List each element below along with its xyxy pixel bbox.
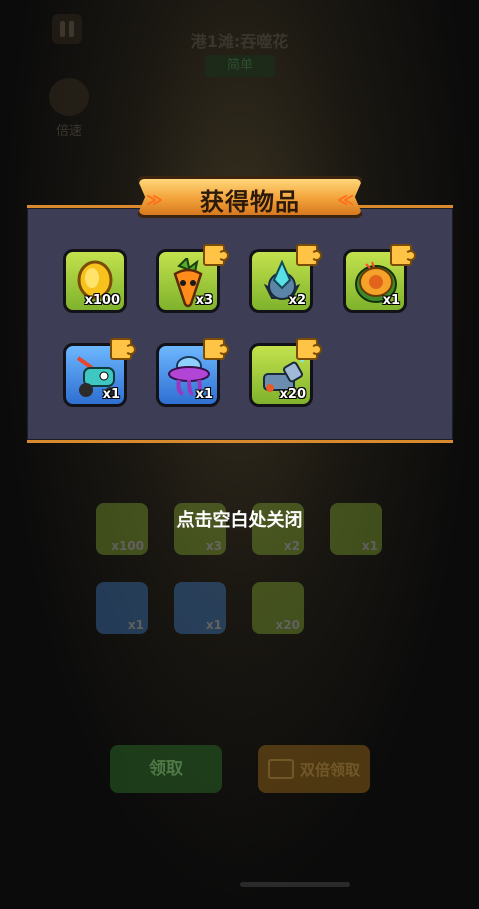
bg-reward-qty: x20 xyxy=(275,618,300,632)
puzzle-piece-icon xyxy=(296,244,322,266)
puzzle-piece-icon xyxy=(203,338,229,360)
puzzle-piece-icon xyxy=(110,338,136,360)
tap-to-close-hint: 点击空白处关闭 xyxy=(176,510,303,531)
reward-item-gold-coin[interactable]: x100 xyxy=(63,249,127,313)
bg-reward-qty: x1 xyxy=(205,618,222,632)
bg-reward-mower: x1 xyxy=(96,582,148,634)
bg-reward-ufo: x1 xyxy=(174,582,226,634)
speed-icon xyxy=(49,78,89,116)
bg-reward-qty: x2 xyxy=(283,539,300,553)
speed-label: 倍速 xyxy=(55,124,82,139)
bg-reward-cannon: x20 xyxy=(252,582,304,634)
level-title: 港1滩:吞噬花 xyxy=(190,32,289,51)
reward-item-water-cannon[interactable]: x20 xyxy=(249,338,322,407)
bg-reward-qty: x3 xyxy=(205,539,222,553)
item-qty: x1 xyxy=(102,387,120,402)
reward-item-carrot[interactable]: x3 xyxy=(156,244,229,313)
bg-reward-qty: x1 xyxy=(361,539,378,553)
reward-popup xyxy=(27,205,453,443)
item-qty: x100 xyxy=(84,293,120,308)
item-qty: x3 xyxy=(195,293,213,308)
video-icon xyxy=(267,759,294,779)
speed-toggle[interactable]: 倍速 xyxy=(44,78,94,142)
home-indicator xyxy=(240,882,350,887)
double-claim-label: 双倍领取 xyxy=(299,760,360,779)
item-qty: x2 xyxy=(288,293,306,308)
bg-reward-qty: x100 xyxy=(111,539,144,553)
puzzle-piece-icon xyxy=(296,338,322,360)
double-claim-button[interactable]: 双倍领取 xyxy=(258,745,370,793)
item-qty: x1 xyxy=(382,293,400,308)
puzzle-piece-icon xyxy=(390,244,416,266)
reward-item-crystal-turret[interactable]: x2 xyxy=(249,244,322,313)
popup-banner: ≫ ≪ 获得物品 xyxy=(128,176,372,224)
bg-reward-qty: x1 xyxy=(127,618,144,632)
popup-title: 获得物品 xyxy=(200,188,300,216)
difficulty-label: 简单 xyxy=(205,55,275,77)
claim-button[interactable]: 领取 xyxy=(110,745,222,793)
reward-item-purple-ufo[interactable]: x1 xyxy=(156,338,229,407)
item-qty: x20 xyxy=(279,387,306,402)
reward-item-pizza-shield[interactable]: x1 xyxy=(343,244,416,313)
reward-item-lawnmower[interactable]: x1 xyxy=(63,338,136,407)
puzzle-piece-icon xyxy=(203,244,229,266)
item-qty: x1 xyxy=(195,387,213,402)
